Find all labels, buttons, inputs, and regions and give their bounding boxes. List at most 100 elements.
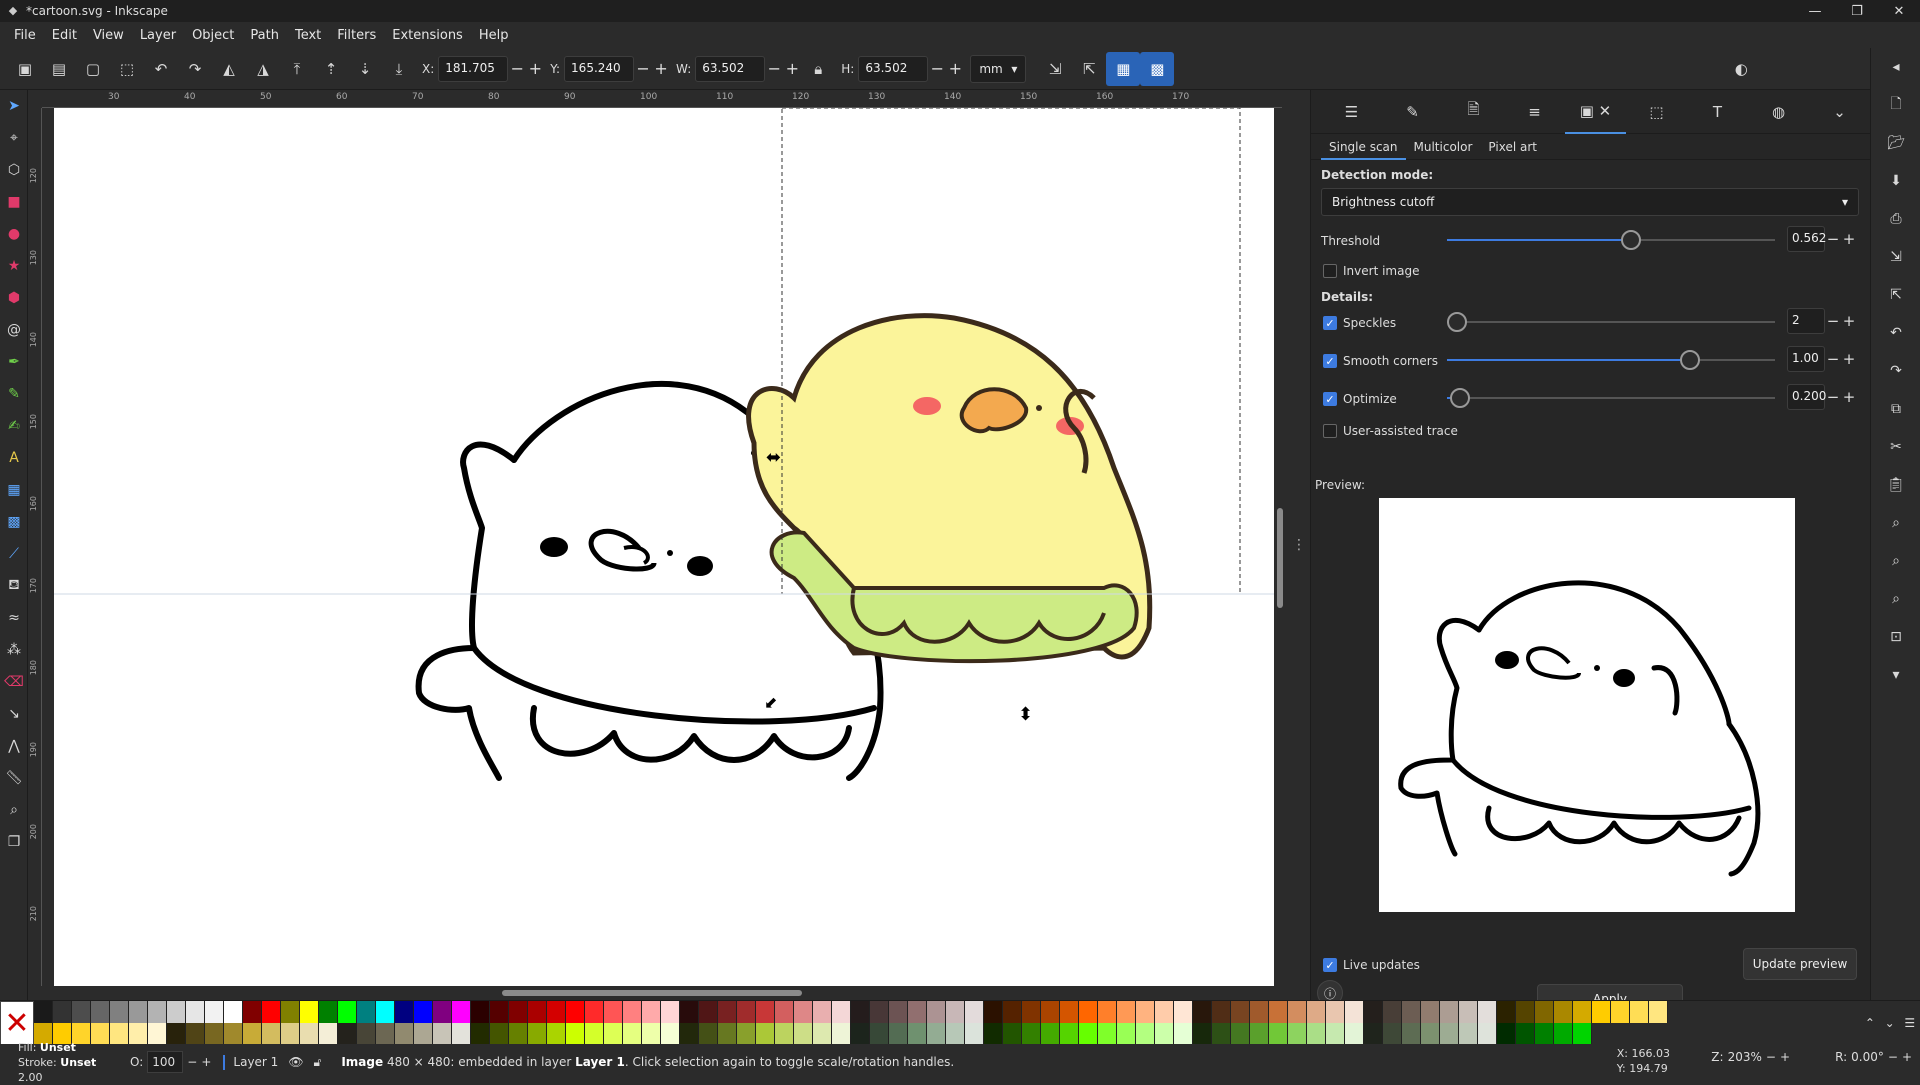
color-swatch[interactable] — [433, 1023, 452, 1045]
color-swatch[interactable] — [1402, 1023, 1421, 1045]
flip-vertical-icon[interactable]: ◮ — [246, 52, 280, 86]
color-swatch[interactable] — [775, 1023, 794, 1045]
threshold-knob[interactable] — [1620, 230, 1641, 250]
color-swatch[interactable] — [1022, 1001, 1041, 1023]
mesh-tool-icon[interactable]: ▩ — [0, 506, 28, 538]
color-swatch[interactable] — [281, 1023, 300, 1045]
color-swatch[interactable] — [224, 1023, 243, 1045]
color-swatch[interactable] — [300, 1001, 319, 1023]
shape-builder-icon[interactable]: ⬡ — [0, 154, 28, 186]
color-swatch[interactable] — [1459, 1023, 1478, 1045]
eye-icon[interactable]: 👁︎ — [288, 1055, 303, 1069]
threshold-increment[interactable]: + — [1841, 230, 1857, 248]
new-document-icon[interactable]: 🗋︎ — [1871, 86, 1920, 124]
color-swatch[interactable] — [718, 1023, 737, 1045]
speckles-decrement[interactable]: − — [1825, 312, 1841, 330]
menu-edit[interactable]: Edit — [44, 28, 85, 43]
color-swatch[interactable] — [585, 1023, 604, 1045]
transform-gradient-icon[interactable]: ▦ — [1106, 51, 1141, 86]
tab-multicolor[interactable]: Multicolor — [1406, 134, 1481, 160]
color-swatch[interactable] — [414, 1023, 433, 1045]
color-swatch[interactable] — [1364, 1001, 1383, 1023]
color-swatch[interactable] — [281, 1001, 300, 1023]
measure-tool-icon[interactable]: 📏︎ — [0, 762, 28, 794]
color-swatch[interactable] — [680, 1023, 699, 1045]
y-decrement[interactable]: − — [634, 59, 652, 78]
close-button[interactable]: ✕ — [1878, 0, 1920, 22]
calligraphy-tool-icon[interactable]: ✍ — [0, 410, 28, 442]
color-swatch[interactable] — [148, 1001, 167, 1023]
color-swatch[interactable] — [205, 1001, 224, 1023]
minimize-button[interactable]: — — [1794, 0, 1836, 22]
layers-icon[interactable]: ☰ — [1321, 90, 1382, 134]
no-paint-swatch[interactable]: ✕ — [0, 1001, 34, 1045]
color-swatch[interactable] — [1535, 1001, 1554, 1023]
speckles-input[interactable]: 2 — [1787, 308, 1825, 334]
layer-indicator[interactable]: Layer 1 👁︎ 🔓︎ — [223, 1054, 321, 1070]
threshold-decrement[interactable]: − — [1825, 230, 1841, 248]
swatches-icon[interactable]: ◍ — [1748, 90, 1809, 134]
color-swatch[interactable] — [1345, 1023, 1364, 1045]
color-swatch[interactable] — [1098, 1023, 1117, 1045]
text-tool-icon[interactable]: A — [0, 442, 28, 474]
select-all-layers-icon[interactable]: ▤ — [42, 52, 76, 86]
horizontal-scrollbar[interactable] — [42, 986, 1282, 1000]
color-swatch[interactable] — [1288, 1023, 1307, 1045]
lower-icon[interactable]: ⇣ — [348, 52, 382, 86]
optimize-knob[interactable] — [1450, 388, 1471, 408]
color-swatch[interactable] — [642, 1023, 661, 1045]
color-swatch[interactable] — [338, 1001, 357, 1023]
color-swatch[interactable] — [1554, 1023, 1573, 1045]
color-swatch[interactable] — [1573, 1001, 1592, 1023]
color-swatch[interactable] — [357, 1023, 376, 1045]
color-swatch[interactable] — [1478, 1001, 1497, 1023]
menu-file[interactable]: File — [6, 28, 44, 43]
color-swatch[interactable] — [186, 1001, 205, 1023]
color-swatch[interactable] — [794, 1023, 813, 1045]
color-swatch[interactable] — [1117, 1001, 1136, 1023]
smooth-corners-checkbox[interactable]: ✓ Smooth corners — [1323, 354, 1438, 368]
color-swatch[interactable] — [148, 1023, 167, 1045]
smooth-corners-input[interactable]: 1.00 — [1787, 346, 1825, 372]
path-effects-icon[interactable]: ⬚ — [1626, 90, 1687, 134]
color-swatch[interactable] — [1022, 1023, 1041, 1045]
w-increment[interactable]: + — [783, 59, 801, 78]
color-swatch[interactable] — [490, 1023, 509, 1045]
color-swatch[interactable] — [680, 1001, 699, 1023]
color-swatch[interactable] — [1079, 1001, 1098, 1023]
color-swatch[interactable] — [262, 1023, 281, 1045]
collapse-icon[interactable]: ◂ — [1871, 48, 1920, 86]
copy-icon[interactable]: ⧉ — [1871, 390, 1920, 428]
palette-swatches[interactable] — [34, 1001, 1668, 1045]
y-increment[interactable]: + — [652, 59, 670, 78]
color-swatch[interactable] — [1611, 1001, 1630, 1023]
color-swatch[interactable] — [1174, 1001, 1193, 1023]
zoom-input[interactable]: 203% — [1728, 1050, 1762, 1064]
chevron-down-icon[interactable]: ⌄ — [1809, 90, 1870, 134]
update-preview-button[interactable]: Update preview — [1743, 948, 1857, 980]
optimize-decrement[interactable]: − — [1825, 388, 1841, 406]
color-swatch[interactable] — [338, 1023, 357, 1045]
scale-radius-icon[interactable]: ⇱ — [1072, 52, 1106, 86]
color-swatch[interactable] — [1250, 1023, 1269, 1045]
color-swatch[interactable] — [129, 1001, 148, 1023]
opacity-increment[interactable]: + — [201, 1055, 211, 1069]
menu-object[interactable]: Object — [184, 28, 242, 43]
color-swatch[interactable] — [1174, 1023, 1193, 1045]
threshold-slider[interactable] — [1447, 226, 1775, 254]
speckles-slider[interactable] — [1447, 308, 1775, 336]
node-tool-icon[interactable]: ⌖ — [0, 122, 28, 154]
spray-tool-icon[interactable]: ⁂ — [0, 634, 28, 666]
color-swatch[interactable] — [1478, 1023, 1497, 1045]
eraser-tool-icon[interactable]: ⌫ — [0, 666, 28, 698]
w-input[interactable]: 63.502 — [695, 55, 766, 82]
h-increment[interactable]: + — [946, 59, 964, 78]
color-swatch[interactable] — [1060, 1023, 1079, 1045]
color-swatch[interactable] — [946, 1001, 965, 1023]
color-swatch[interactable] — [699, 1001, 718, 1023]
color-swatch[interactable] — [319, 1023, 338, 1045]
color-swatch[interactable] — [1155, 1023, 1174, 1045]
star-tool-icon[interactable]: ★ — [0, 250, 28, 282]
color-swatch[interactable] — [452, 1001, 471, 1023]
vertical-scrollbar[interactable] — [1274, 108, 1286, 986]
